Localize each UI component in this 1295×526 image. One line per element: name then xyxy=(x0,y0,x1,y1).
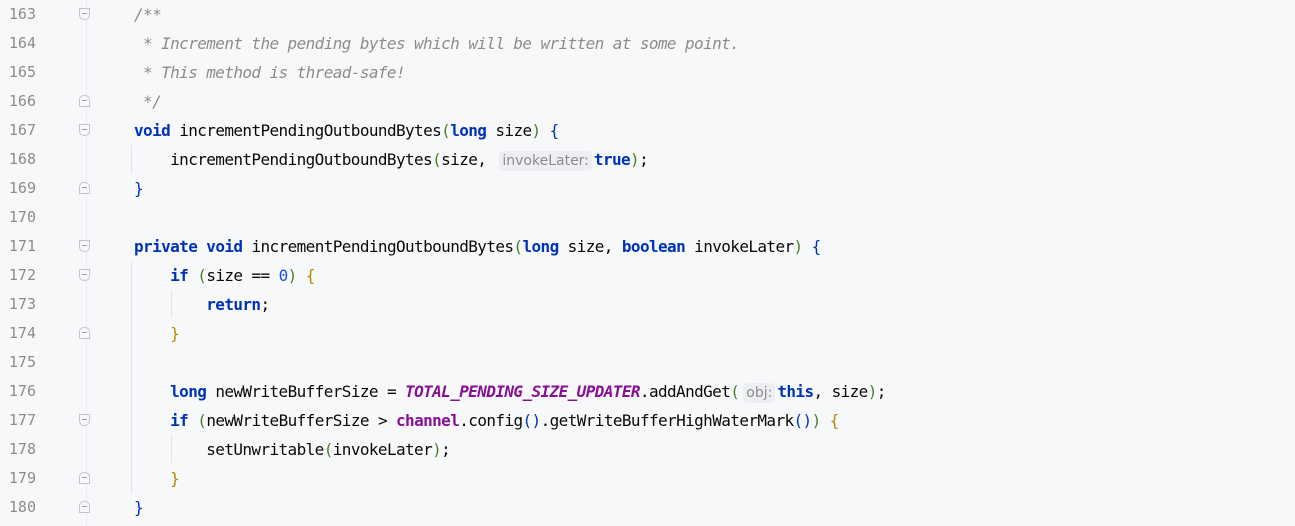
fold-open-icon[interactable] xyxy=(79,124,90,136)
fold-open-icon[interactable] xyxy=(79,269,90,281)
code-line[interactable]: 173 return; xyxy=(0,290,1295,319)
field: channel xyxy=(396,411,460,430)
code-line[interactable]: 172 if (size == 0) { xyxy=(0,261,1295,290)
fold-open-icon[interactable] xyxy=(79,8,90,20)
method-call: config xyxy=(468,411,523,430)
line-number[interactable]: 174 xyxy=(0,319,36,348)
code-line[interactable]: 175 xyxy=(0,348,1295,377)
parameter: size xyxy=(567,237,605,256)
line-number[interactable]: 176 xyxy=(0,377,36,406)
line-number[interactable]: 173 xyxy=(0,290,36,319)
fold-open-icon[interactable] xyxy=(79,414,90,426)
parameter: size xyxy=(495,121,532,140)
keyword: return xyxy=(206,295,261,314)
line-number[interactable]: 171 xyxy=(0,232,36,261)
line-number[interactable]: 172 xyxy=(0,261,36,290)
doc-comment: */ xyxy=(134,92,162,111)
argument: invokeLater xyxy=(332,440,433,459)
code-line[interactable]: 177 if (newWriteBufferSize > channel.con… xyxy=(0,406,1295,435)
keyword: this xyxy=(777,382,814,401)
code-editor[interactable]: 163 /** 164 * Increment the pending byte… xyxy=(0,0,1295,526)
parameter-hint: obj: xyxy=(743,383,776,403)
line-number[interactable]: 166 xyxy=(0,87,36,116)
line-number[interactable]: 167 xyxy=(0,116,36,145)
line-number[interactable]: 164 xyxy=(0,29,36,58)
code-line[interactable]: 163 /** xyxy=(0,0,1295,29)
line-number[interactable]: 169 xyxy=(0,174,36,203)
parameter-hint: invokeLater: xyxy=(499,151,592,171)
line-number[interactable]: 175 xyxy=(0,348,36,377)
line-number[interactable]: 168 xyxy=(0,145,36,174)
code-line[interactable]: 168 incrementPendingOutboundBytes(size, … xyxy=(0,145,1295,174)
fold-close-icon[interactable] xyxy=(79,472,90,484)
keyword: if xyxy=(170,411,189,430)
code-line[interactable]: 174 } xyxy=(0,319,1295,348)
code-line[interactable]: 166 */ xyxy=(0,87,1295,116)
fold-close-icon[interactable] xyxy=(79,95,90,107)
keyword: long xyxy=(170,382,207,401)
code-line[interactable]: 178 setUnwritable(invokeLater); xyxy=(0,435,1295,464)
variable: size xyxy=(206,266,243,285)
parameter: invokeLater xyxy=(694,237,794,256)
variable: newWriteBufferSize xyxy=(215,382,378,401)
code-line[interactable]: 169 } xyxy=(0,174,1295,203)
keyword: void xyxy=(134,121,171,140)
keyword: long xyxy=(450,121,487,140)
method-call: getWriteBufferHighWaterMark xyxy=(549,411,794,430)
method-call: incrementPendingOutboundBytes xyxy=(170,150,433,169)
code-line[interactable]: 170 xyxy=(0,203,1295,232)
doc-comment: /** xyxy=(134,5,162,24)
code-line[interactable]: 171 private void incrementPendingOutboun… xyxy=(0,232,1295,261)
fold-open-icon[interactable] xyxy=(79,240,90,252)
line-number[interactable]: 170 xyxy=(0,203,36,232)
fold-close-icon[interactable] xyxy=(79,182,90,194)
static-field: TOTAL_PENDING_SIZE_UPDATER xyxy=(405,382,640,401)
line-number[interactable]: 165 xyxy=(0,58,36,87)
keyword: if xyxy=(170,266,189,285)
code-line[interactable]: 179 } xyxy=(0,464,1295,493)
code-line[interactable]: 165 * This method is thread-safe! xyxy=(0,58,1295,87)
keyword: void xyxy=(206,237,243,256)
keyword: true xyxy=(593,150,631,169)
method-call: addAndGet xyxy=(648,382,731,401)
code-line[interactable]: 164 * Increment the pending bytes which … xyxy=(0,29,1295,58)
line-number[interactable]: 163 xyxy=(0,0,36,29)
line-number[interactable]: 180 xyxy=(0,493,36,522)
code-line[interactable]: 180 } xyxy=(0,493,1295,522)
line-number[interactable]: 179 xyxy=(0,464,36,493)
fold-close-icon[interactable] xyxy=(79,327,90,339)
argument: size xyxy=(831,382,869,401)
argument: size xyxy=(441,150,478,169)
keyword: long xyxy=(522,237,559,256)
method-name: incrementPendingOutboundBytes xyxy=(179,121,442,140)
keyword: private xyxy=(134,237,198,256)
keyword: boolean xyxy=(621,237,686,256)
fold-close-icon[interactable] xyxy=(79,501,90,513)
line-number[interactable]: 177 xyxy=(0,406,36,435)
variable: newWriteBufferSize xyxy=(206,411,369,430)
doc-comment: * This method is thread-safe! xyxy=(134,63,406,82)
code-line[interactable]: 167 void incrementPendingOutboundBytes(l… xyxy=(0,116,1295,145)
method-call: setUnwritable xyxy=(206,440,324,459)
line-number[interactable]: 178 xyxy=(0,435,36,464)
method-name: incrementPendingOutboundBytes xyxy=(251,237,514,256)
code-line[interactable]: 176 long newWriteBufferSize = TOTAL_PEND… xyxy=(0,377,1295,406)
doc-comment: * Increment the pending bytes which will… xyxy=(134,34,740,53)
number-literal: 0 xyxy=(278,266,289,285)
